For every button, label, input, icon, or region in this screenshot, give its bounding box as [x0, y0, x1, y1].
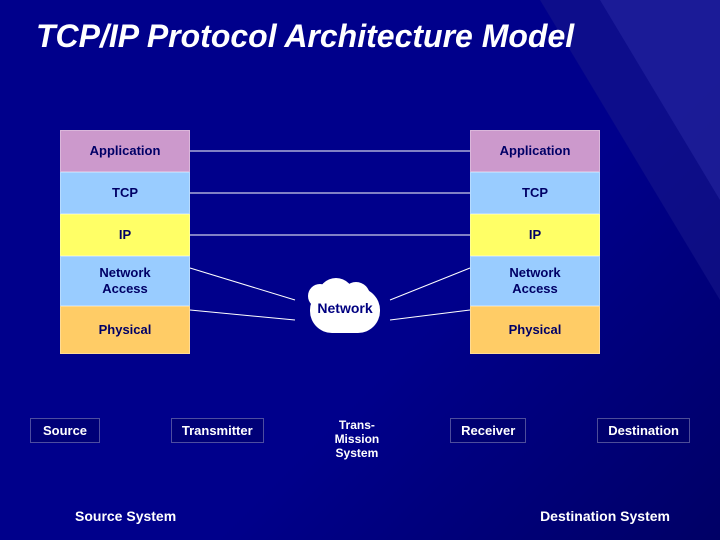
- receiver-bottom-group: Receiver: [450, 418, 526, 443]
- decorative-triangle2: [600, 0, 720, 200]
- source-tcp-layer: TCP: [60, 172, 190, 214]
- page-title: TCP/IP Protocol Architecture Model: [36, 18, 574, 55]
- source-bottom-group: Source: [30, 418, 100, 443]
- cloud-shape: Network: [300, 278, 390, 338]
- transmitter-bottom-group: Transmitter: [171, 418, 264, 443]
- dest-physical-layer: Physical: [470, 306, 600, 354]
- transmitter-label: Transmitter: [171, 418, 264, 443]
- dest-application-layer: Application: [470, 130, 600, 172]
- cloud-label: Network: [317, 300, 372, 316]
- transmission-bottom-group: Trans-MissionSystem: [335, 418, 380, 460]
- network-cloud: Network: [295, 268, 395, 348]
- dest-tcp-layer: TCP: [470, 172, 600, 214]
- source-label: Source: [30, 418, 100, 443]
- destination-label: Destination: [597, 418, 690, 443]
- source-stack: Application TCP IP NetworkAccess Physica…: [60, 130, 190, 354]
- transmission-label: Trans-MissionSystem: [335, 418, 380, 460]
- dest-network-access-layer: NetworkAccess: [470, 256, 600, 306]
- source-system-label: Source System: [75, 508, 176, 524]
- destination-system-label: Destination System: [540, 508, 670, 524]
- source-application-layer: Application: [60, 130, 190, 172]
- destination-bottom-group: Destination: [597, 418, 690, 443]
- source-ip-layer: IP: [60, 214, 190, 256]
- source-physical-layer: Physical: [60, 306, 190, 354]
- destination-stack: Application TCP IP NetworkAccess Physica…: [470, 130, 600, 354]
- receiver-label: Receiver: [450, 418, 526, 443]
- dest-ip-layer: IP: [470, 214, 600, 256]
- source-network-access-layer: NetworkAccess: [60, 256, 190, 306]
